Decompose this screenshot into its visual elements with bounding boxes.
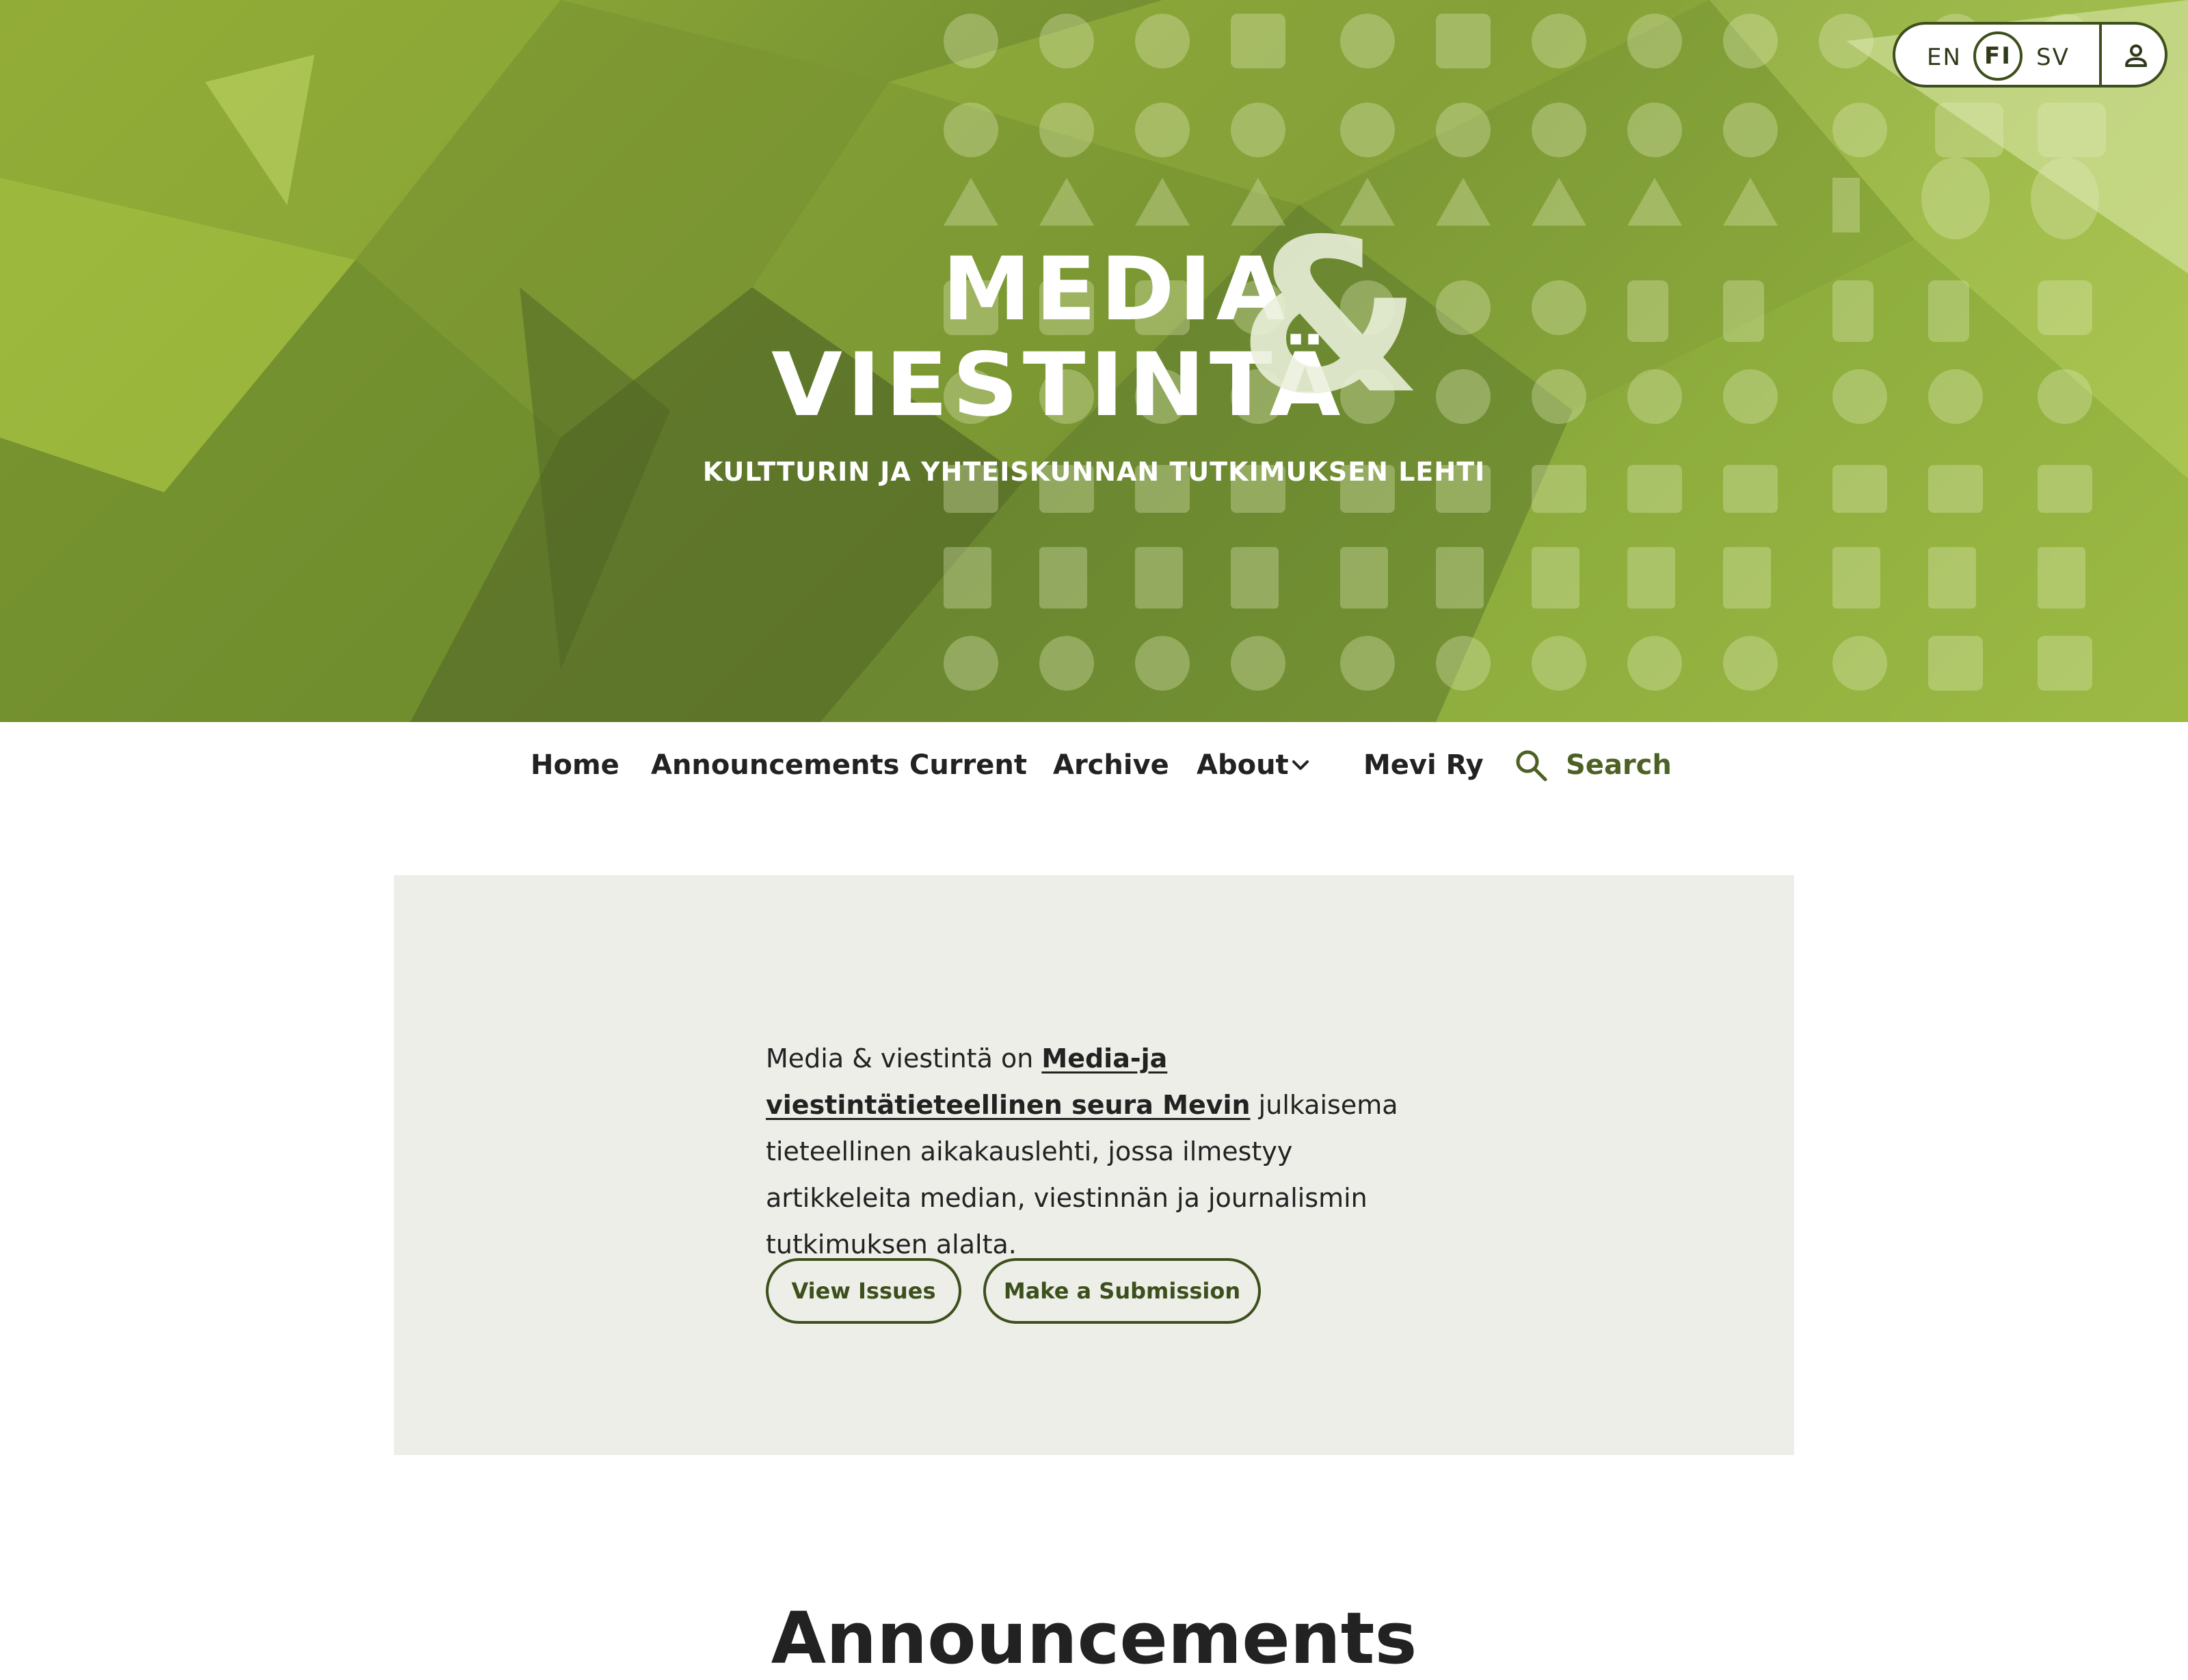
search-icon[interactable] (1514, 748, 1549, 784)
intro-box: Media & viestintä on Media-ja viestintät… (394, 875, 1794, 1455)
nav-home[interactable]: Home (531, 749, 619, 781)
language-en[interactable]: EN (1927, 44, 1962, 71)
header-banner: EN FI SV MEDIA VIESTINTÄ & KULTTURIN JA … (0, 0, 2188, 722)
divider (2099, 25, 2102, 85)
logo-ampersand: & (1238, 194, 1423, 441)
main-nav: Home Announcements Current Archive About… (0, 722, 2188, 811)
language-sv[interactable]: SV (2036, 44, 2070, 71)
user-icon[interactable] (2120, 40, 2152, 72)
view-issues-button[interactable]: View Issues (766, 1258, 961, 1324)
intro-text: Media & viestintä on Media-ja viestintät… (766, 1035, 1409, 1268)
site-tagline: KULTTURIN JA YHTEISKUNNAN TUTKIMUKSEN LE… (702, 457, 1486, 487)
nav-search[interactable]: Search (1566, 749, 1672, 781)
nav-announcements[interactable]: Announcements (651, 749, 899, 781)
site-logo[interactable]: MEDIA VIESTINTÄ & (766, 212, 1422, 431)
nav-about[interactable]: About (1197, 749, 1289, 781)
nav-archive[interactable]: Archive (1053, 749, 1169, 781)
nav-current[interactable]: Current (909, 749, 1027, 781)
announcements-heading: Announcements (771, 1597, 1417, 1680)
make-submission-button[interactable]: Make a Submission (983, 1258, 1261, 1324)
language-switcher: EN FI SV (1893, 22, 2167, 88)
intro-text-before: Media & viestintä on (766, 1043, 1042, 1074)
language-fi-active[interactable]: FI (1973, 31, 2023, 81)
nav-mevi-ry[interactable]: Mevi Ry (1363, 749, 1484, 781)
chevron-down-icon[interactable] (1290, 758, 1311, 774)
